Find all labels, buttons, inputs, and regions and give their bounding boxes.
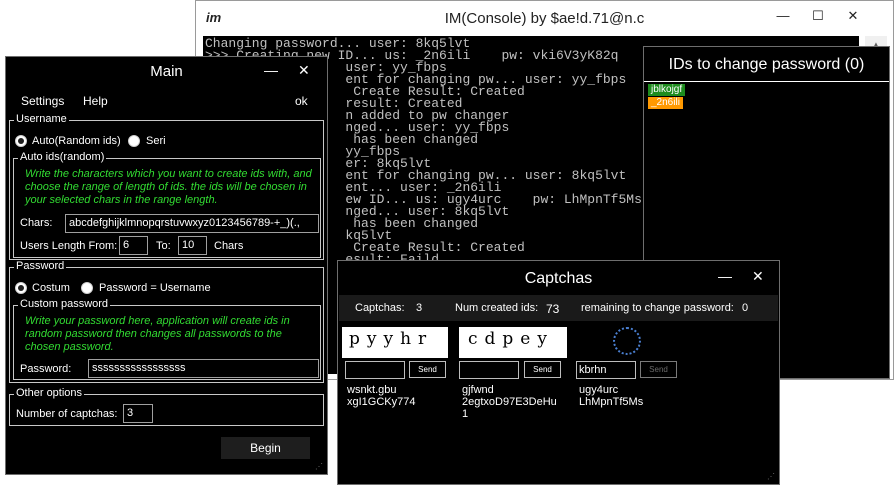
auto-ids-group: Auto ids(random) Write the characters wh… [13, 151, 321, 258]
captcha-answer-input[interactable] [459, 361, 519, 379]
main-close-button[interactable]: ✕ [298, 63, 310, 77]
captcha-image: pyyhr [342, 327, 448, 358]
password-group-label: Password [14, 260, 67, 272]
length-to-input[interactable]: 10 [178, 236, 207, 255]
radio-seri[interactable] [128, 135, 140, 147]
menu-settings[interactable]: Settings [21, 94, 64, 108]
stats-created-value: 73 [546, 302, 560, 316]
length-from-input[interactable]: 6 [119, 236, 148, 255]
menu-ok[interactable]: ok [295, 94, 308, 108]
radio-auto-random-label[interactable]: Auto(Random ids) [32, 135, 121, 147]
stats-captchas-label: Captchas: [355, 302, 405, 314]
ids-divider [644, 81, 889, 82]
captchas-stats-bar: Captchas: 3 Num created ids: 73 remainin… [339, 295, 778, 321]
other-options-group-label: Other options [14, 387, 85, 399]
captcha-send-button[interactable]: Send [409, 361, 446, 378]
captchas-count-input[interactable]: 3 [123, 404, 153, 423]
custom-password-hint: Write your password here, application wi… [25, 315, 290, 353]
captcha-answer-input[interactable] [345, 361, 405, 379]
captchas-title: Captchas [524, 270, 593, 287]
captchas-minimize-button[interactable]: — [718, 269, 732, 283]
stats-remaining-label: remaining to change password: [581, 302, 734, 314]
radio-seri-label[interactable]: Seri [146, 135, 166, 147]
main-title: Main [150, 63, 183, 80]
resize-grip-icon[interactable]: ⋰ [315, 462, 325, 472]
ids-title: IDs to change password (0) [668, 56, 865, 73]
length-to-label: To: [156, 240, 171, 252]
username-group-label: Username [14, 113, 69, 125]
captcha-send-button[interactable]: Send [640, 361, 677, 378]
radio-costum[interactable] [15, 282, 27, 294]
radio-password-username-label[interactable]: Password = Username [99, 282, 211, 294]
console-minimize-button[interactable]: — [766, 5, 800, 27]
captcha-answer-input[interactable]: kbrhn [576, 361, 636, 379]
custom-password-group-label: Custom password [18, 298, 111, 310]
console-close-button[interactable]: ✕ [836, 5, 870, 27]
captcha-account-info: gjfwnd 2egtxoD97E3DeHu 1 [462, 384, 557, 420]
captchas-window: Captchas — ✕ Captchas: 3 Num created ids… [337, 260, 780, 485]
id-list-item[interactable]: _2n6ili [648, 97, 683, 109]
menu-help[interactable]: Help [83, 94, 108, 108]
captcha-account-info: wsnkt.gbu xgI1GCKy774 [347, 384, 416, 408]
main-window: Main — ✕ Settings Help ok Username Auto(… [5, 56, 328, 475]
chars-suffix-label: Chars [214, 240, 244, 252]
main-minimize-button[interactable]: — [264, 63, 278, 77]
captchas-close-button[interactable]: ✕ [752, 269, 764, 283]
captcha-send-button[interactable]: Send [524, 361, 561, 378]
username-group: Username Auto(Random ids) Seri Auto ids(… [9, 113, 324, 260]
stats-remaining-value: 0 [742, 302, 749, 314]
radio-password-username[interactable] [81, 282, 93, 294]
radio-costum-label[interactable]: Costum [32, 282, 70, 294]
custom-password-group: Custom password Write your password here… [13, 298, 321, 380]
password-group: Password Costum Password = Username Cust… [9, 260, 324, 383]
auto-ids-hint: Write the characters which you want to c… [25, 168, 312, 206]
chars-input[interactable]: abcdefghijklmnopqrstuvwxyz0123456789-+_)… [65, 214, 319, 233]
stats-created-label: Num created ids: [455, 302, 539, 314]
resize-grip-icon[interactable]: ⋰ [767, 472, 777, 482]
loading-spinner-icon [613, 327, 641, 355]
stats-captchas-value: 3 [416, 302, 423, 314]
password-label: Password: [20, 363, 72, 375]
console-maximize-button[interactable]: ☐ [801, 5, 835, 27]
begin-button[interactable]: Begin [221, 437, 310, 459]
chars-label: Chars: [20, 217, 53, 229]
radio-auto-random[interactable] [15, 135, 27, 147]
auto-ids-group-label: Auto ids(random) [18, 151, 107, 163]
id-list-item[interactable]: jblkojgf [648, 84, 686, 96]
console-titlebar[interactable]: im IM(Console) by $ae!d.71@n.c — ☐ ✕ [196, 1, 893, 36]
password-input[interactable]: sssssssssssssssss [88, 359, 319, 378]
captcha-image: cdpey [459, 327, 567, 358]
captchas-count-label: Number of captchas: [16, 408, 118, 420]
other-options-group: Other options Number of captchas: 3 [9, 387, 324, 426]
captcha-account-info: ugy4urc LhMpnTf5Ms [579, 384, 644, 408]
length-from-label: Users Length From: [20, 240, 118, 252]
